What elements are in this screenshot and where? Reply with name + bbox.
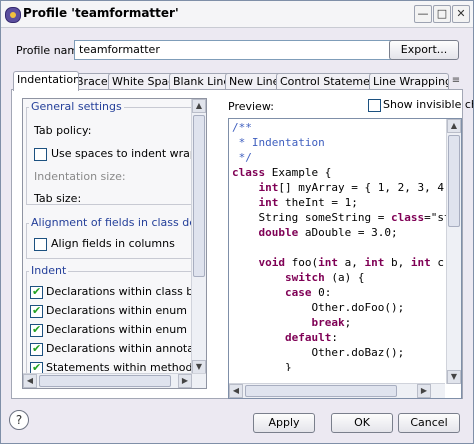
title-bar: Profile 'teamformatter' — □ ✕ [1,1,473,28]
alignment-group: Alignment of fields in class declaration… [26,216,206,259]
code-line: break; [311,316,352,329]
tab-size-label: Tab size: [34,192,82,205]
use-spaces-label: Use spaces to indent wrapped lines [51,147,206,160]
maximize-icon[interactable]: □ [433,5,451,23]
align-fields-label: Align fields in columns [51,237,175,250]
indent-class-body-label: Declarations within class body [46,285,207,298]
scroll-right-icon[interactable]: ▶ [417,384,431,398]
indent-enum-constants-label: Declarations within enum constants [46,323,206,336]
preview-hscroll-thumb[interactable] [245,385,397,397]
tab-white-space[interactable]: White Space [108,73,174,90]
code-line: String someString = class="str">"Hello"; [232,211,448,224]
settings-vertical-scrollbar[interactable]: ▲ ▼ [191,99,206,374]
indent-annotation-checkbox[interactable] [30,342,43,356]
indent-group: Indent Declarations within class body De… [26,264,206,388]
scroll-left-icon[interactable]: ◀ [229,384,243,398]
code-line: class Example { [232,166,332,179]
general-settings-title: General settings [29,100,124,113]
profile-name-input[interactable]: teamformatter [74,40,394,60]
code-line: /** [232,121,252,134]
scroll-down-icon[interactable]: ▼ [447,370,461,384]
preview-horizontal-scrollbar[interactable]: ◀ ▶ [229,383,445,398]
ok-button[interactable]: OK [331,413,393,433]
code-line: Other.doFoo(); [232,301,405,314]
preview-code-area[interactable]: /** * Indentation */ class Example { int… [228,118,462,399]
indent-enum-constants-checkbox[interactable] [30,323,43,337]
preview-scroll-thumb[interactable] [448,135,460,227]
export-button[interactable]: Export... [389,40,459,60]
tab-line-wrapping[interactable]: Line Wrapping [369,73,449,90]
code-line: double aDouble = 3.0; [258,226,398,239]
settings-hscroll-thumb[interactable] [39,375,171,387]
alignment-title: Alignment of fields in class declaration… [29,216,206,229]
tab-control-statements[interactable]: Control Statements [276,73,374,90]
scroll-up-icon[interactable]: ▲ [192,99,206,113]
tab-bar: Indentation Braces White Space Blank Lin… [11,71,456,91]
tab-indentation[interactable]: Indentation [13,71,79,91]
preview-label: Preview: [228,100,274,113]
code-line: * Indentation [232,136,325,149]
indent-title: Indent [29,264,69,277]
code-line: switch (a) { [284,271,365,284]
help-icon[interactable]: ? [9,410,29,430]
indent-enum-declaration-label: Declarations within enum declaration [46,304,206,317]
general-settings-group: General settings Tab policy: Use spaces … [26,100,206,205]
use-spaces-checkbox[interactable] [34,148,47,161]
settings-horizontal-scrollbar[interactable]: ◀ ▶ [23,373,206,388]
tab-overflow-icon[interactable]: ≡ [449,73,463,89]
code-line: default: [284,331,338,344]
preview-code: /** * Indentation */ class Example { int… [232,121,448,371]
profile-dialog: Profile 'teamformatter' — □ ✕ Profile na… [0,0,474,444]
scroll-right-icon[interactable]: ▶ [178,374,192,388]
code-line: case 0: [284,286,332,299]
tab-policy-label: Tab policy: [34,124,92,137]
code-line: void foo(int a, int b, int c, [258,256,449,269]
cancel-button[interactable]: Cancel [398,413,460,433]
indent-class-body-checkbox[interactable] [30,285,43,299]
code-line: Other.doBaz(); [232,346,405,359]
show-invisible-label: Show invisible chara [383,98,473,111]
scroll-up-icon[interactable]: ▲ [447,119,461,133]
indentation-size-label: Indentation size: [34,170,126,183]
show-invisible-checkbox[interactable] [368,99,381,112]
tab-new-lines[interactable]: New Lines [225,73,281,90]
code-line: } [232,361,292,371]
settings-area: General settings Tab policy: Use spaces … [22,98,207,389]
tab-blank-lines[interactable]: Blank Lines [169,73,230,90]
minimize-icon[interactable]: — [414,5,432,23]
preview-vertical-scrollbar[interactable]: ▲ ▼ [446,119,461,384]
apply-button[interactable]: Apply [253,413,315,433]
close-icon[interactable]: ✕ [452,5,470,23]
window-title: Profile 'teamformatter' [23,6,179,20]
indentation-panel: General settings Tab policy: Use spaces … [11,89,473,399]
code-line: int[] myArray = { 1, 2, 3, 4, [258,181,449,194]
scroll-down-icon[interactable]: ▼ [192,360,206,374]
eclipse-icon [5,7,21,23]
code-line: int theInt = 1; [258,196,358,209]
indent-annotation-label: Declarations within annotation declar [46,342,206,355]
indent-enum-declaration-checkbox[interactable] [30,304,43,318]
settings-scroll-thumb[interactable] [193,115,205,277]
code-line: */ [232,151,252,164]
scroll-left-icon[interactable]: ◀ [23,374,37,388]
align-fields-checkbox[interactable] [34,238,47,251]
